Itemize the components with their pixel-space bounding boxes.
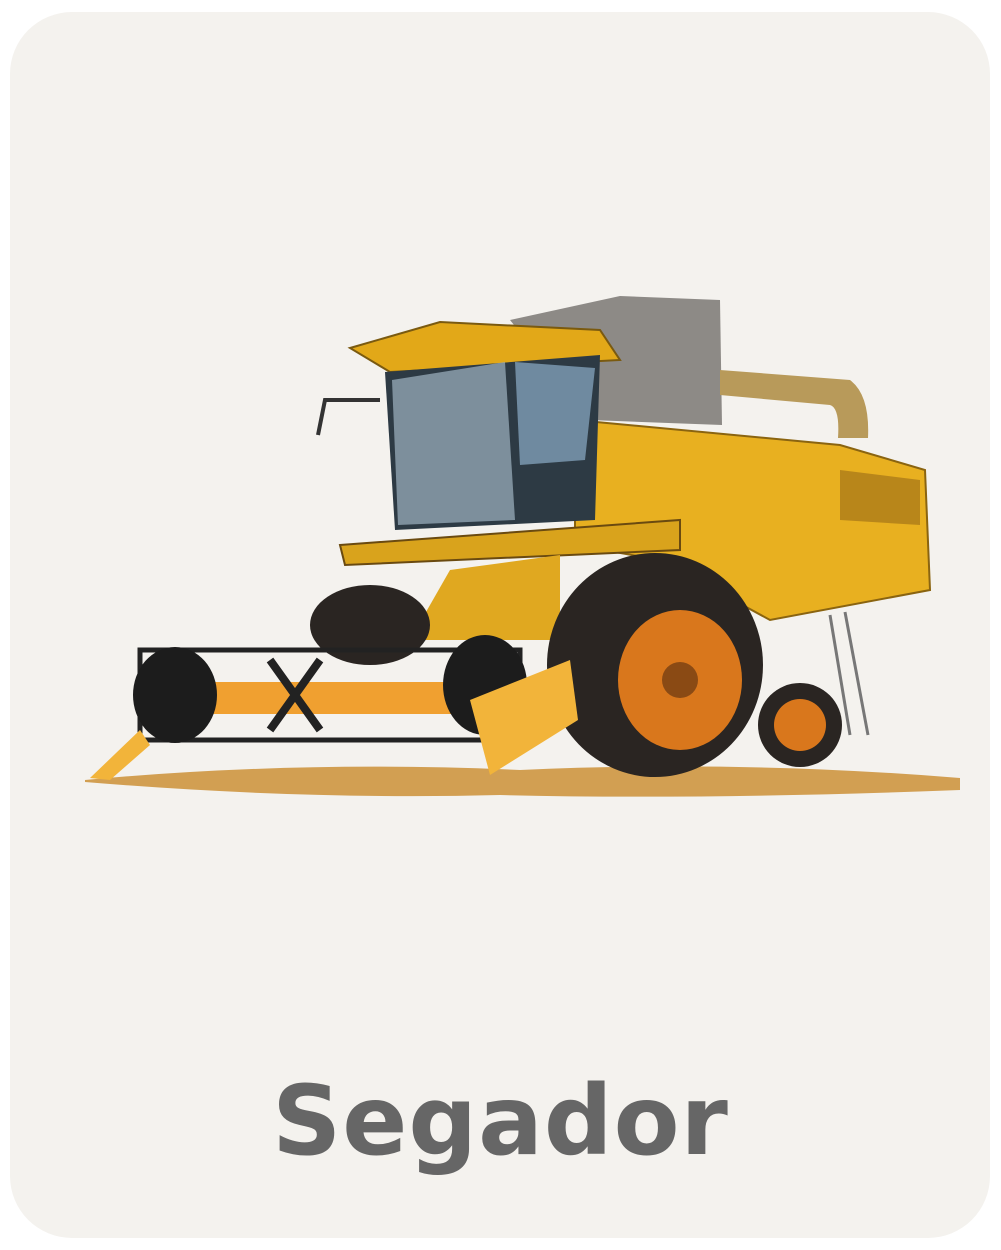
combine-harvester-image: [85, 296, 960, 797]
card-word-label: Segador: [272, 1065, 729, 1177]
